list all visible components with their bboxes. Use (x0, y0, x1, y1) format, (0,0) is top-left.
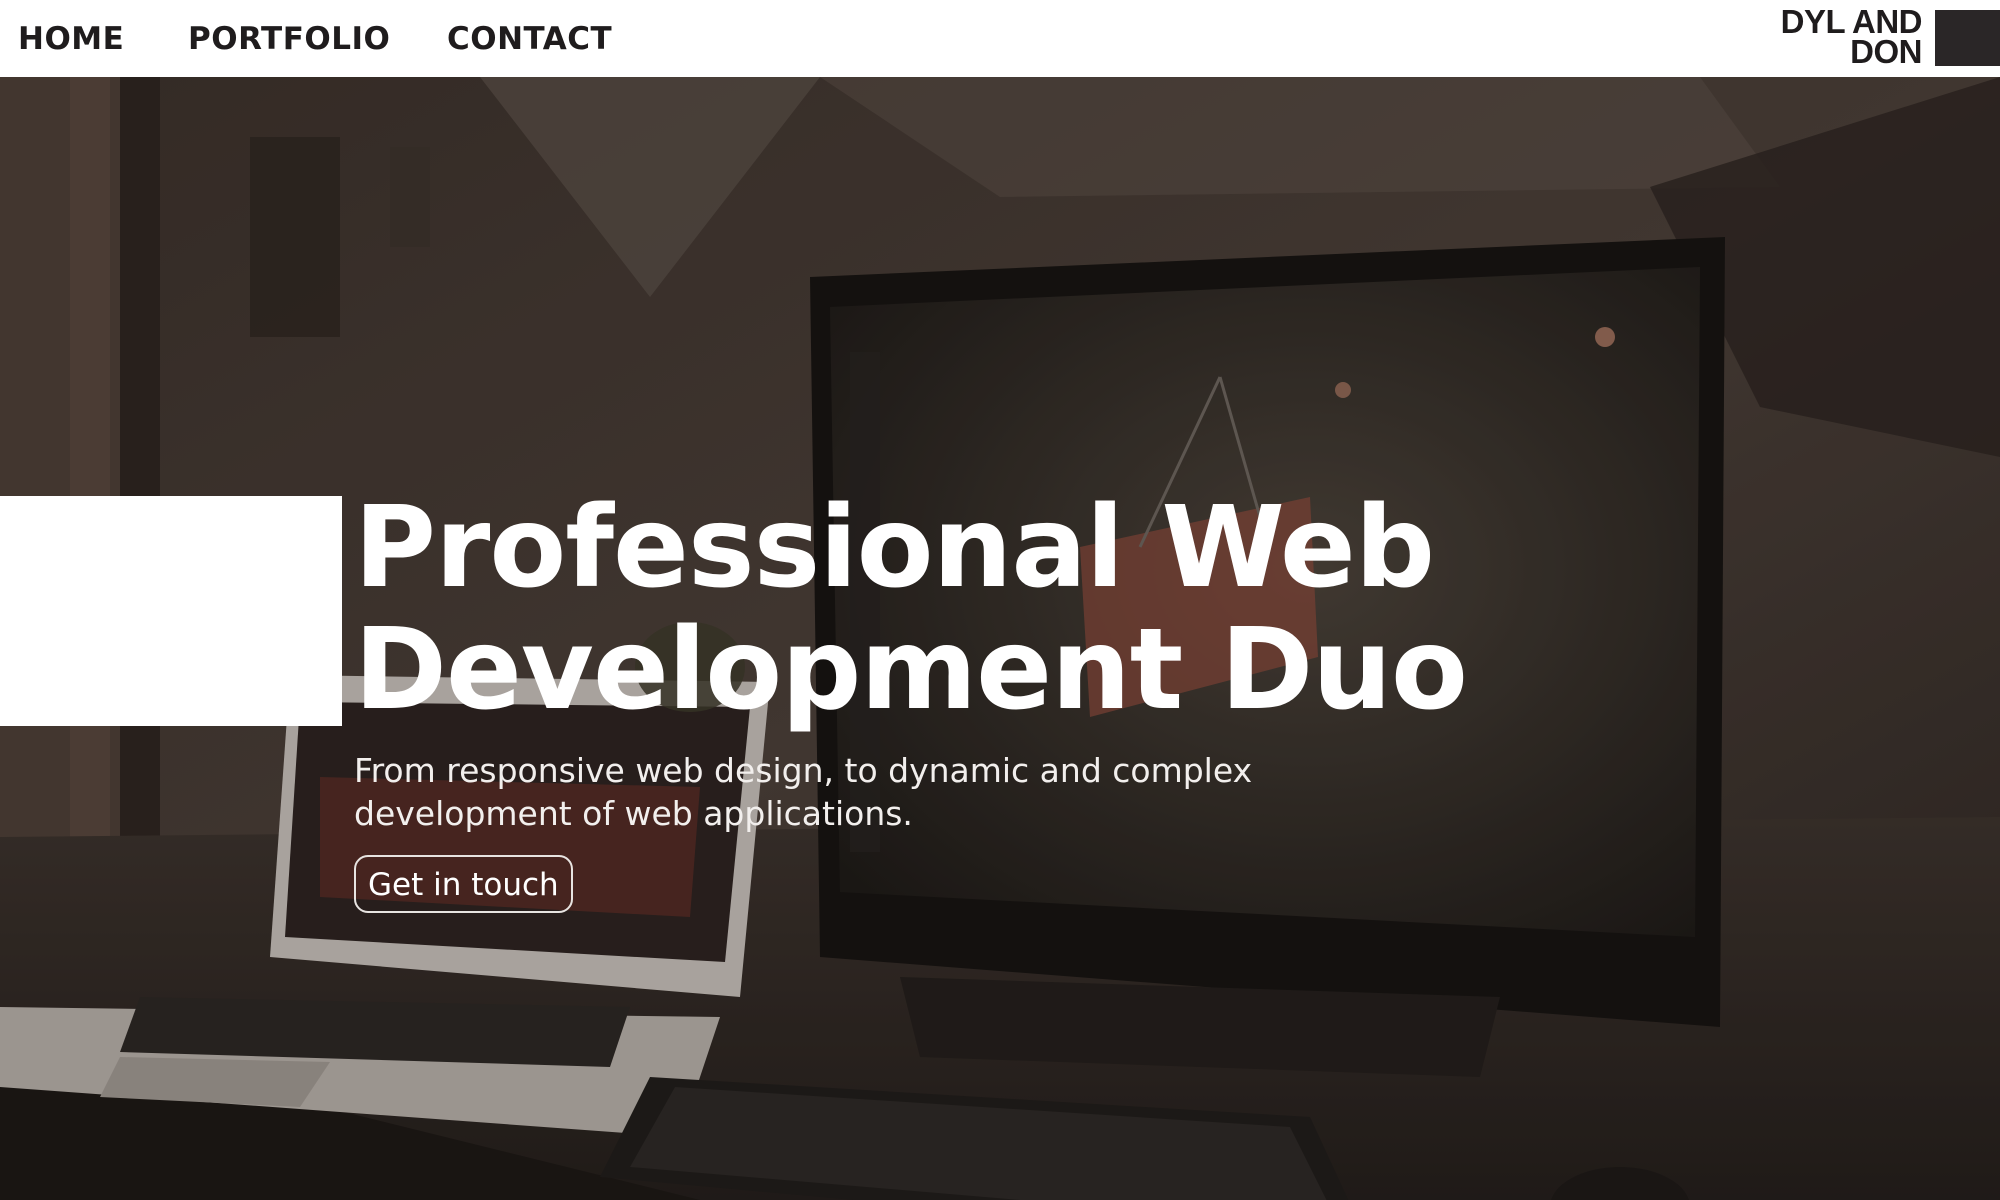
hero-section: Professional Web Development Duo From re… (0, 77, 2000, 1200)
hero-accent-block (0, 496, 342, 726)
hero-subtitle: From responsive web design, to dynamic a… (354, 749, 1354, 835)
get-in-touch-button[interactable]: Get in touch (354, 855, 573, 913)
nav-portfolio-link[interactable]: PORTFOLIO (188, 20, 390, 58)
brand-logo-line2: DON (1850, 33, 1922, 70)
nav-contact-link[interactable]: CONTACT (447, 20, 612, 58)
hero-subtitle-line1: From responsive web design, to dynamic a… (354, 751, 1253, 790)
hero-title: Professional Web Development Duo (354, 487, 1654, 731)
nav-home-link[interactable]: HOME (18, 20, 124, 58)
hero-title-line1: Professional Web (354, 483, 1435, 613)
brand-logo-block (1935, 10, 2000, 66)
top-navigation: HOME PORTFOLIO CONTACT DYL AND DON (0, 0, 2000, 77)
brand-logo[interactable]: DYL AND DON (1722, 5, 1923, 70)
hero-subtitle-line2: development of web applications. (354, 794, 913, 833)
hero-title-line2: Development Duo (354, 605, 1468, 735)
